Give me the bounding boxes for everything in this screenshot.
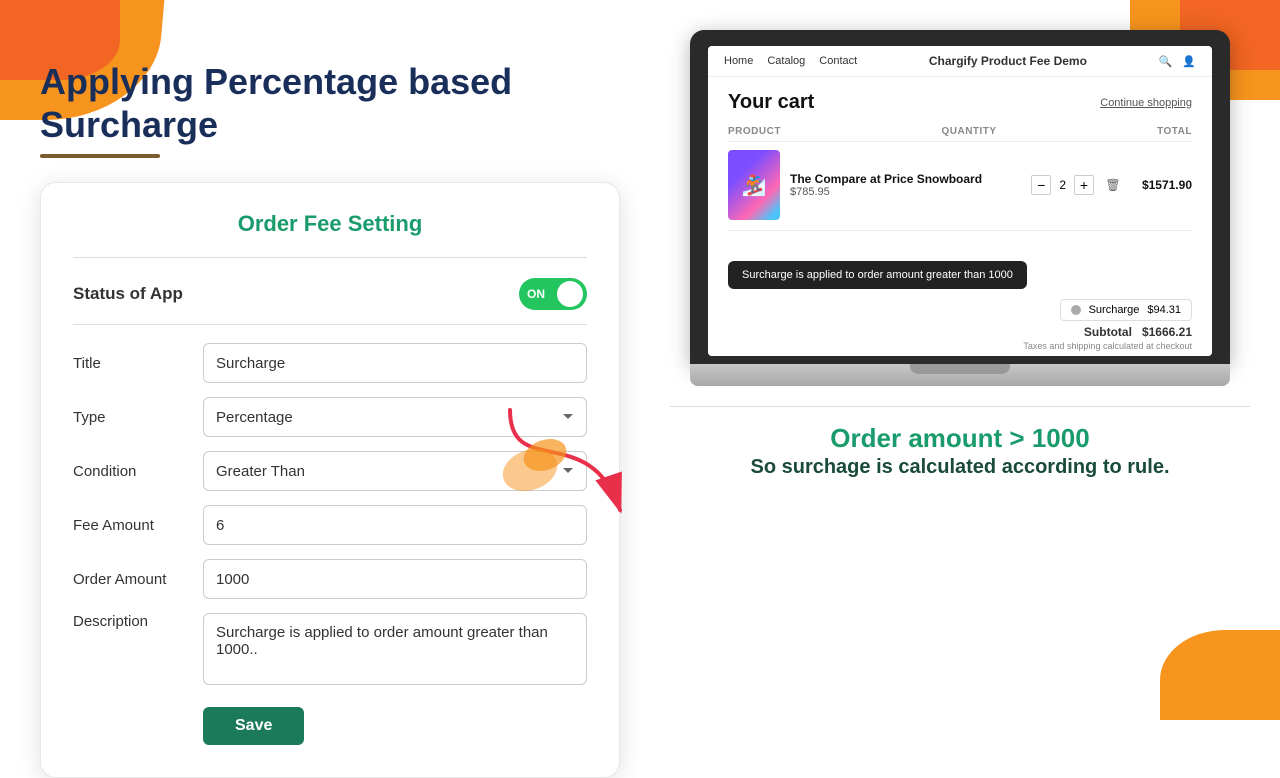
surcharge-amount: $94.31 xyxy=(1147,304,1181,316)
type-label: Type xyxy=(73,409,203,426)
fee-amount-input[interactable] xyxy=(203,505,587,545)
title-underline xyxy=(40,154,160,158)
surcharge-label: Surcharge xyxy=(1089,304,1140,316)
col-product: PRODUCT xyxy=(728,126,781,137)
surcharge-badge: Surcharge $94.31 xyxy=(1060,299,1192,321)
subtotal-amount: $1666.21 xyxy=(1142,325,1192,339)
left-panel: Applying Percentage based Surcharge Orde… xyxy=(40,60,620,778)
order-amount-input[interactable] xyxy=(203,559,587,599)
right-panel: Home Catalog Contact Chargify Product Fe… xyxy=(670,30,1250,479)
taxes-note: Taxes and shipping calculated at checkou… xyxy=(1023,341,1192,351)
status-row: Status of App ON xyxy=(73,278,587,325)
col-total: TOTAL xyxy=(1157,126,1192,137)
qty-controls: − 2 + xyxy=(1031,175,1094,195)
qty-increase-btn[interactable]: + xyxy=(1074,175,1094,195)
condition-select[interactable]: Greater Than Less Than Equal To xyxy=(203,451,587,491)
toggle-text: ON xyxy=(527,287,545,301)
nav-contact[interactable]: Contact xyxy=(819,55,857,67)
type-select[interactable]: Percentage Fixed xyxy=(203,397,587,437)
cart-header: Your cart Continue shopping xyxy=(728,91,1192,114)
toggle-knob xyxy=(557,281,583,307)
bottom-line2: So surchage is calculated according to r… xyxy=(670,456,1250,479)
bottom-line1: Order amount > 1000 xyxy=(670,423,1250,454)
product-name: The Compare at Price Snowboard xyxy=(790,172,1021,186)
qty-decrease-btn[interactable]: − xyxy=(1031,175,1051,195)
condition-row: Condition Greater Than Less Than Equal T… xyxy=(73,451,587,491)
surcharge-section: Surcharge $94.31 Subtotal $1666.21 Taxes… xyxy=(728,299,1192,351)
product-image: 🏂 xyxy=(728,150,780,220)
delete-item-btn[interactable]: 🗑 xyxy=(1104,176,1122,194)
user-icon[interactable]: 👤 xyxy=(1182,55,1196,68)
description-label: Description xyxy=(73,613,203,630)
continue-shopping-link[interactable]: Continue shopping xyxy=(1100,97,1192,109)
cart-item: 🏂 The Compare at Price Snowboard $785.95… xyxy=(728,150,1192,231)
laptop-screen-inner: Home Catalog Contact Chargify Product Fe… xyxy=(708,46,1212,356)
product-price: $785.95 xyxy=(790,186,1021,198)
subtotal-row: Subtotal $1666.21 xyxy=(1084,325,1192,339)
divider xyxy=(73,257,587,258)
condition-label: Condition xyxy=(73,463,203,480)
status-toggle[interactable]: ON xyxy=(519,278,587,310)
qty-value: 2 xyxy=(1059,178,1066,192)
deco-bottom-right xyxy=(1140,630,1280,720)
laptop-wrapper: Home Catalog Contact Chargify Product Fe… xyxy=(690,30,1230,386)
fee-amount-row: Fee Amount xyxy=(73,505,587,545)
title-row: Title xyxy=(73,343,587,383)
shop-nav-icons: 🔍 👤 xyxy=(1159,55,1196,68)
laptop-base xyxy=(690,364,1230,386)
cart-columns: PRODUCT QUANTITY TOTAL xyxy=(728,126,1192,142)
item-total: $1571.90 xyxy=(1132,178,1192,192)
search-icon[interactable]: 🔍 xyxy=(1159,55,1173,68)
shop-nav: Home Catalog Contact Chargify Product Fe… xyxy=(708,46,1212,77)
title-label: Title xyxy=(73,355,203,372)
status-label: Status of App xyxy=(73,284,183,304)
cart-title: Your cart xyxy=(728,91,814,114)
order-amount-row: Order Amount xyxy=(73,559,587,599)
save-button[interactable]: Save xyxy=(203,707,304,745)
product-info: The Compare at Price Snowboard $785.95 xyxy=(790,172,1021,198)
tooltip-text: Surcharge is applied to order amount gre… xyxy=(742,269,1013,281)
col-quantity: QUANTITY xyxy=(941,126,996,137)
description-row: Description Surcharge is applied to orde… xyxy=(73,613,587,685)
shop-nav-links: Home Catalog Contact xyxy=(724,55,857,67)
form-card-title: Order Fee Setting xyxy=(73,211,587,237)
shop-content: Your cart Continue shopping PRODUCT QUAN… xyxy=(708,77,1212,356)
subtotal-label: Subtotal xyxy=(1084,325,1132,339)
laptop-screen-outer: Home Catalog Contact Chargify Product Fe… xyxy=(690,30,1230,364)
nav-home[interactable]: Home xyxy=(724,55,753,67)
type-row: Type Percentage Fixed xyxy=(73,397,587,437)
bottom-text: Order amount > 1000 So surchage is calcu… xyxy=(670,406,1250,479)
fee-amount-label: Fee Amount xyxy=(73,517,203,534)
surcharge-tooltip: Surcharge is applied to order amount gre… xyxy=(728,261,1027,289)
nav-catalog[interactable]: Catalog xyxy=(767,55,805,67)
title-input[interactable] xyxy=(203,343,587,383)
page-title: Applying Percentage based Surcharge xyxy=(40,60,620,146)
surcharge-dot xyxy=(1071,305,1081,315)
order-amount-label: Order Amount xyxy=(73,571,203,588)
form-card: Order Fee Setting Status of App ON Title… xyxy=(40,182,620,778)
shop-brand: Chargify Product Fee Demo xyxy=(929,54,1087,68)
description-textarea[interactable]: Surcharge is applied to order amount gre… xyxy=(203,613,587,685)
